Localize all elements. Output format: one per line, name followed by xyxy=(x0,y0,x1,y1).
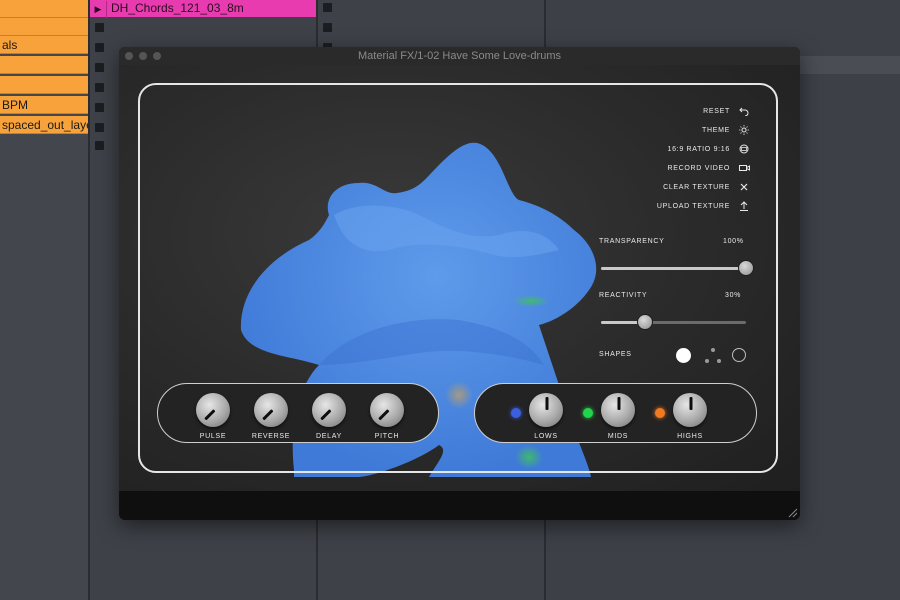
shape-option-dots[interactable] xyxy=(711,348,715,352)
reactivity-value: 30% xyxy=(725,292,742,299)
reverse-label: REVERSE xyxy=(251,433,291,440)
highs-label: HIGHS xyxy=(677,433,703,440)
clip-stop-icon[interactable] xyxy=(95,63,104,72)
highs-knob[interactable] xyxy=(673,393,707,427)
aspect-ratio-icon xyxy=(738,143,750,155)
clip-slot[interactable]: als xyxy=(0,36,88,54)
upload-icon xyxy=(738,200,750,212)
reactivity-thumb[interactable] xyxy=(636,314,653,330)
reactivity-label: REACTIVITY xyxy=(599,292,648,299)
transparency-slider[interactable] xyxy=(601,267,746,270)
reset-label: RESET xyxy=(703,107,730,115)
plugin-window: Material FX/1-02 Have Some Love-drums RE… xyxy=(119,47,800,520)
clip-stop-icon[interactable] xyxy=(95,23,104,32)
transparency-label: TRANSPARENCY xyxy=(599,238,665,245)
play-icon[interactable]: ▶ xyxy=(90,1,107,18)
clip-stop-icon[interactable] xyxy=(95,141,104,150)
record-video-button[interactable]: RECORD VIDEO xyxy=(668,162,750,174)
clip-slot[interactable] xyxy=(0,56,88,74)
clip-stop-icon[interactable] xyxy=(95,123,104,132)
reactivity-slider[interactable] xyxy=(601,321,746,324)
theme-label: THEME xyxy=(702,126,730,134)
video-camera-icon xyxy=(738,162,750,174)
pitch-label: PITCH xyxy=(374,433,400,440)
lows-led xyxy=(511,408,521,418)
resize-grip-icon[interactable] xyxy=(786,506,798,518)
clip-name: DH_Chords_121_03_8m xyxy=(111,1,244,15)
clip-slot[interactable] xyxy=(0,76,88,94)
plugin-canvas[interactable]: RESET THEME 16:9 RATIO 9:16 RECORD VIDEO… xyxy=(119,65,800,491)
undo-icon xyxy=(738,105,750,117)
record-video-label: RECORD VIDEO xyxy=(667,164,730,172)
clip-stop-icon[interactable] xyxy=(323,23,332,32)
clip-stop-icon[interactable] xyxy=(95,83,104,92)
clear-texture-button[interactable]: CLEAR TEXTURE xyxy=(663,181,750,193)
pulse-label: PULSE xyxy=(199,433,227,440)
delay-knob[interactable] xyxy=(312,393,346,427)
aspect-ratio-button[interactable]: 16:9 RATIO 9:16 xyxy=(667,143,750,155)
shape-option-dots xyxy=(717,359,721,363)
window-titlebar[interactable]: Material FX/1-02 Have Some Love-drums xyxy=(119,47,800,65)
window-title: Material FX/1-02 Have Some Love-drums xyxy=(358,50,561,62)
track-list: als BPM spaced_out_laye xyxy=(0,0,88,600)
lows-label: LOWS xyxy=(534,433,558,440)
clip-stop-icon[interactable] xyxy=(95,43,104,52)
lows-knob[interactable] xyxy=(529,393,563,427)
upload-texture-button[interactable]: UPLOAD TEXTURE xyxy=(657,200,750,212)
shapes-label: SHAPES xyxy=(599,351,632,358)
eq-knob-panel: LOWS MIDS HIGHS xyxy=(474,383,757,443)
sun-icon xyxy=(738,124,750,136)
close-icon xyxy=(738,181,750,193)
clip-slot[interactable]: BPM xyxy=(0,96,88,114)
mids-knob[interactable] xyxy=(601,393,635,427)
minimize-window-button[interactable] xyxy=(139,52,147,60)
transparency-value: 100% xyxy=(723,238,744,245)
shape-option-ring[interactable] xyxy=(732,348,746,362)
reset-button[interactable]: RESET xyxy=(703,105,750,117)
mids-label: MIDS xyxy=(607,433,629,440)
transparency-thumb[interactable] xyxy=(738,260,754,276)
pulse-knob[interactable] xyxy=(196,393,230,427)
reverse-knob[interactable] xyxy=(254,393,288,427)
highs-led xyxy=(655,408,665,418)
fx-knob-panel: PULSE REVERSE DELAY PITCH xyxy=(157,383,439,443)
zoom-window-button[interactable] xyxy=(153,52,161,60)
upload-texture-label: UPLOAD TEXTURE xyxy=(656,202,730,210)
clip-stop-icon[interactable] xyxy=(323,3,332,12)
delay-label: DELAY xyxy=(316,433,342,440)
track-header-strip xyxy=(800,56,900,74)
clip-slot[interactable] xyxy=(0,18,88,36)
clear-texture-label: CLEAR TEXTURE xyxy=(663,183,730,191)
pitch-knob[interactable] xyxy=(370,393,404,427)
clip-stop-icon[interactable] xyxy=(95,103,104,112)
clip-dh-chords[interactable]: ▶ DH_Chords_121_03_8m xyxy=(90,0,316,18)
aspect-ratio-label: 16:9 RATIO 9:16 xyxy=(667,145,730,153)
shape-option-solid[interactable] xyxy=(676,348,691,363)
shape-option-dots xyxy=(705,359,709,363)
close-window-button[interactable] xyxy=(125,52,133,60)
theme-button[interactable]: THEME xyxy=(702,124,750,136)
transparency-fill xyxy=(601,267,746,270)
clip-slot[interactable] xyxy=(0,0,88,18)
clip-slot[interactable]: spaced_out_laye xyxy=(0,116,88,134)
mids-led xyxy=(583,408,593,418)
